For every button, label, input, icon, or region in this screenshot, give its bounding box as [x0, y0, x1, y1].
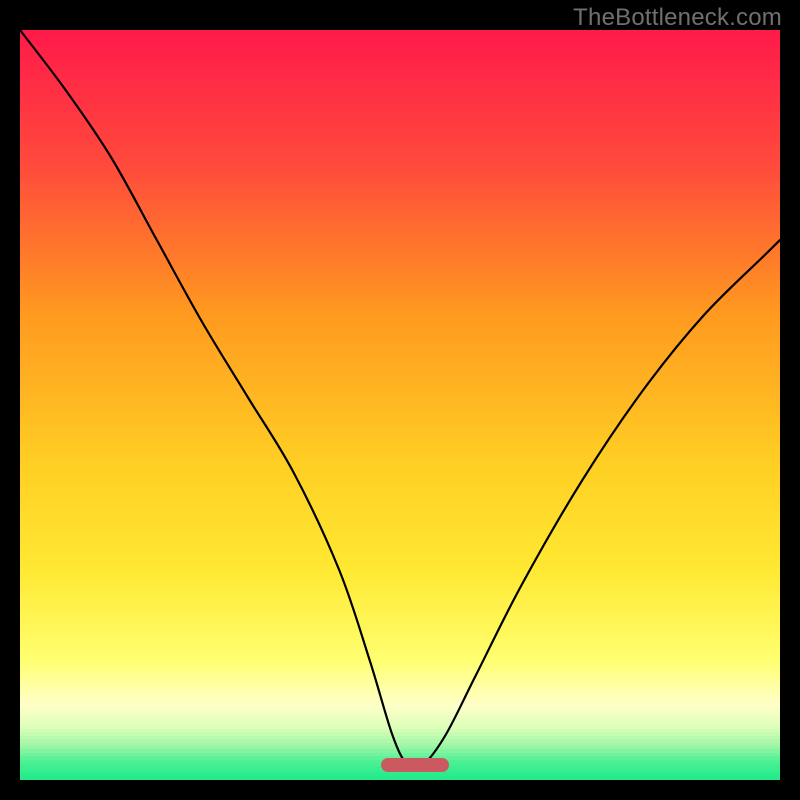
chart-frame: TheBottleneck.com [0, 0, 800, 800]
watermark-text: TheBottleneck.com [573, 4, 782, 32]
optimal-range-marker [381, 758, 449, 772]
bottleneck-curve [20, 30, 780, 780]
plot-area [20, 30, 780, 780]
